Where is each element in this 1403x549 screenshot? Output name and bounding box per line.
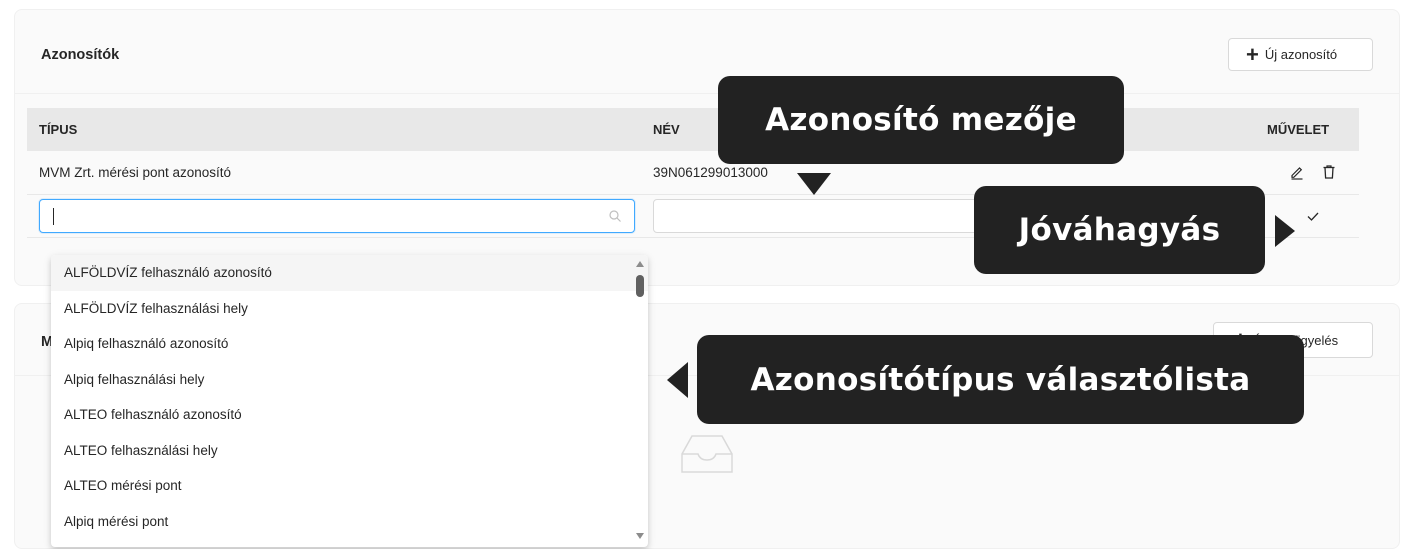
callout-approve: Jóváhagyás — [974, 186, 1265, 274]
delete-icon[interactable] — [1321, 164, 1337, 180]
row-action-cell — [1255, 151, 1359, 195]
row-type-cell: MVM Zrt. mérési pont azonosító — [27, 151, 641, 195]
dropdown-option[interactable]: ALTEO felhasználó azonosító — [51, 397, 648, 433]
scroll-up-arrow[interactable] — [636, 261, 644, 267]
confirm-check-icon[interactable] — [1305, 208, 1321, 224]
dropdown-option[interactable]: Alpiq felhasználási hely — [51, 362, 648, 398]
search-icon — [609, 209, 621, 222]
table-header-row: TÍPUS NÉV MŰVELET — [27, 108, 1359, 151]
text-caret — [53, 207, 54, 225]
column-header-action: MŰVELET — [1255, 108, 1359, 151]
edit-type-cell — [27, 194, 641, 238]
dropdown-option[interactable]: ALFÖLDVÍZ felhasználó azonosító — [51, 255, 648, 291]
dropdown-option[interactable]: ALTEO felhasználási hely — [51, 433, 648, 469]
plus-icon: + — [1246, 41, 1259, 67]
type-select-input[interactable] — [39, 198, 635, 233]
scroll-down-arrow[interactable] — [636, 533, 644, 539]
dropdown-option[interactable]: ALFÖLDVÍZ felhasználási hely — [51, 291, 648, 327]
edit-action-cell — [1255, 194, 1359, 238]
column-header-type: TÍPUS — [27, 108, 641, 151]
identifiers-card-title: Azonosítók — [41, 47, 120, 63]
empty-inbox-icon — [681, 435, 733, 473]
dropdown-option[interactable]: ALTEO mérési pont — [51, 468, 648, 504]
callout-list-pointer — [667, 362, 688, 398]
new-identifier-button-label: Új azonosító — [1264, 47, 1338, 62]
edit-icon[interactable] — [1289, 164, 1305, 181]
callout-identifier-field: Azonosító mezője — [718, 76, 1124, 164]
callout-type-list: Azonosítótípus választólista — [697, 335, 1304, 424]
callout-approve-pointer — [1275, 215, 1295, 247]
type-dropdown-list[interactable]: ALFÖLDVÍZ felhasználó azonosító ALFÖLDVÍ… — [51, 255, 648, 547]
dropdown-option[interactable]: Alpiq felhasználó azonosító — [51, 326, 648, 362]
identifiers-card-header: Azonosítók + Új azonosító — [15, 10, 1399, 94]
scrollbar-thumb[interactable] — [636, 275, 644, 297]
new-identifier-button[interactable]: + Új azonosító — [1228, 38, 1373, 71]
dropdown-option[interactable]: Alpiq mérési pont — [51, 504, 648, 540]
callout-field-pointer — [797, 173, 831, 195]
